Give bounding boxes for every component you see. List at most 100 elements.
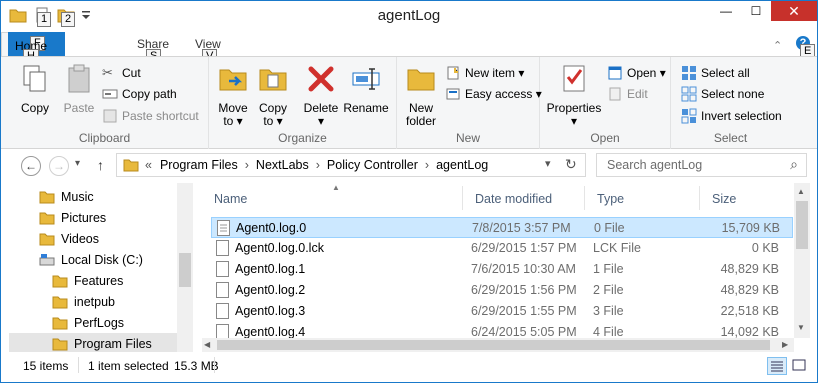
file-name: Agent0.log.2 [235, 283, 306, 297]
tree-item-perflogs[interactable]: PerfLogs [52, 312, 124, 333]
cut-button[interactable]: ✂ Cut [102, 65, 141, 81]
file-list-scroll-thumb[interactable] [796, 201, 808, 249]
nav-pane-scrollbar[interactable] [177, 183, 193, 352]
easy-access-label: Easy access ▾ [465, 87, 542, 101]
breadcrumb-nextlabs[interactable]: NextLabs [256, 158, 309, 172]
delete-x-icon [308, 66, 334, 92]
copy-path-button[interactable]: Copy path [102, 86, 177, 102]
tree-item-inetpub[interactable]: inetpub [52, 291, 115, 312]
breadcrumb-policy-controller[interactable]: Policy Controller [327, 158, 418, 172]
new-folder-button[interactable]: New folder [401, 63, 441, 128]
minimize-button[interactable]: — [711, 1, 741, 21]
file-type: 2 File [593, 283, 624, 297]
paste-icon [68, 64, 90, 93]
select-none-button[interactable]: Select none [681, 86, 764, 102]
file-row[interactable]: Agent0.log.2 6/29/2015 1:56 PM 2 File 48… [211, 280, 793, 301]
back-arrow-icon: ← [25, 159, 37, 173]
search-input[interactable]: Search agentLog ⌕ [596, 153, 807, 177]
file-name: Agent0.log.0.lck [235, 241, 324, 255]
back-button[interactable]: ← [21, 156, 41, 176]
column-header-type[interactable]: Type [585, 186, 700, 210]
address-dropdown-icon[interactable]: ▾ [545, 157, 551, 170]
clipboard-group: Copy Paste ✂ Cut Copy path Paste shortcu… [1, 57, 209, 149]
open-button[interactable]: Open ▾ [607, 65, 666, 81]
column-header-name[interactable]: Name [202, 186, 463, 210]
new-group-label: New [455, 131, 480, 145]
new-item-icon [447, 66, 459, 80]
tree-label: Features [74, 273, 124, 288]
navigation-bar: ← → ▾ ↑ « Program Files › NextLabs › Pol… [1, 149, 817, 183]
file-date: 6/29/2015 1:55 PM [471, 304, 577, 318]
tree-item-pictures[interactable]: Pictures [39, 207, 106, 228]
select-group-label: Select [713, 131, 748, 145]
breadcrumb-separator[interactable]: › [245, 158, 249, 172]
edit-button[interactable]: Edit [607, 86, 648, 102]
tree-item-videos[interactable]: Videos [39, 228, 99, 249]
new-item-button[interactable]: New item ▾ [445, 65, 524, 81]
address-folder-icon [123, 159, 139, 172]
breadcrumb-agentlog[interactable]: agentLog [436, 158, 488, 172]
maximize-button[interactable]: ☐ [741, 1, 771, 21]
file-date: 7/8/2015 3:57 PM [472, 221, 571, 235]
column-header-size[interactable]: Size [700, 186, 794, 210]
refresh-icon[interactable]: ↻ [565, 156, 577, 173]
pane-splitter[interactable] [194, 183, 202, 352]
select-all-button[interactable]: Select all [681, 65, 750, 81]
rename-button[interactable]: Rename [343, 63, 389, 115]
paste-shortcut-button[interactable]: Paste shortcut [102, 108, 199, 124]
large-icons-view-button[interactable] [790, 357, 810, 375]
tree-label: PerfLogs [74, 315, 125, 330]
hscroll-thumb[interactable] [217, 340, 770, 350]
breadcrumb-separator[interactable]: › [316, 158, 320, 172]
file-row[interactable]: Agent0.log.4 6/24/2015 5:05 PM 4 File 14… [211, 322, 793, 338]
nav-pane-scroll-thumb[interactable] [179, 253, 191, 287]
scroll-left-icon[interactable]: ◀ [204, 340, 210, 349]
breadcrumb-separator[interactable]: › [425, 158, 429, 172]
close-button[interactable]: ✕ [771, 1, 817, 21]
file-list-scrollbar[interactable]: ▲ ▼ [794, 183, 810, 338]
expand-ribbon-icon[interactable]: ⌃ [773, 39, 782, 52]
scroll-down-icon[interactable]: ▼ [797, 323, 805, 332]
file-row[interactable]: Agent0.log.3 6/29/2015 1:55 PM 3 File 22… [211, 301, 793, 322]
navigation-pane: Music Pictures Videos Local Disk (C:) Fe… [1, 183, 194, 354]
file-icon [216, 282, 229, 298]
paste-button[interactable]: Paste [59, 63, 99, 115]
clipboard-group-label: Clipboard [78, 131, 131, 145]
copy-path-icon [102, 89, 118, 99]
forward-button[interactable]: → [49, 156, 69, 176]
tree-item-music[interactable]: Music [39, 186, 94, 207]
column-type-label: Type [597, 192, 625, 206]
delete-button[interactable]: Delete ▾ [301, 63, 341, 128]
open-group: Properties ▾ Open ▾ Edit Open [540, 57, 671, 149]
close-icon: ✕ [788, 2, 800, 19]
pictures-folder-icon [39, 212, 55, 224]
copy-button[interactable]: Copy [15, 63, 55, 115]
column-header-date[interactable]: Date modified [463, 186, 585, 210]
item-count: 15 items [23, 359, 69, 373]
easy-access-button[interactable]: Easy access ▾ [445, 86, 542, 102]
breadcrumb-overflow[interactable]: « [145, 158, 152, 172]
scroll-right-icon[interactable]: ▶ [782, 340, 788, 349]
file-size: 0 KB [751, 241, 779, 255]
properties-button[interactable]: Properties ▾ [546, 63, 602, 128]
scroll-up-icon[interactable]: ▲ [797, 187, 805, 196]
file-row[interactable]: Agent0.log.1 7/6/2015 10:30 AM 1 File 48… [211, 259, 793, 280]
tree-item-local-disk[interactable]: Local Disk (C:) [39, 249, 143, 270]
file-row[interactable]: Agent0.log.0 7/8/2015 3:57 PM 0 File 15,… [211, 217, 793, 238]
file-name: Agent0.log.3 [235, 304, 306, 318]
invert-selection-button[interactable]: Invert selection [681, 108, 782, 124]
tree-item-program-files[interactable]: Program Files [9, 333, 177, 354]
file-row[interactable]: Agent0.log.0.lck 6/29/2015 1:57 PM LCK F… [211, 238, 793, 259]
up-arrow-icon[interactable]: ↑ [97, 157, 104, 173]
copy-to-icon [259, 69, 287, 91]
status-divider [214, 357, 215, 373]
move-to-button[interactable]: Move to ▾ [213, 63, 253, 128]
window-title: agentLog [377, 7, 441, 24]
details-view-button[interactable] [767, 357, 787, 375]
file-list-hscrollbar[interactable]: ◀ ▶ [202, 338, 794, 352]
breadcrumb-program-files[interactable]: Program Files [160, 158, 238, 172]
copy-to-button[interactable]: Copy to ▾ [253, 63, 293, 128]
address-bar[interactable]: « Program Files › NextLabs › Policy Cont… [116, 153, 586, 177]
recent-locations-icon[interactable]: ▾ [75, 158, 80, 169]
tree-item-features[interactable]: Features [52, 270, 123, 291]
